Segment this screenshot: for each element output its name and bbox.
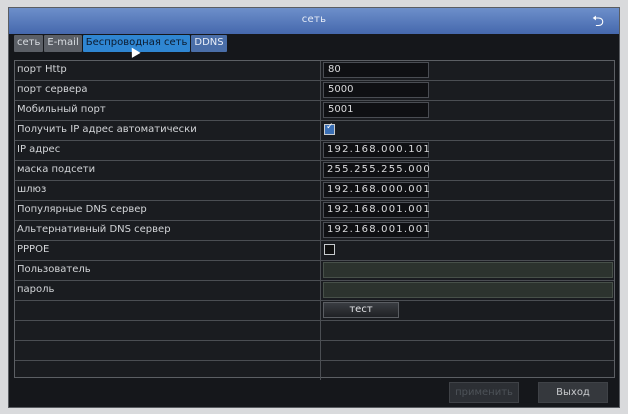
- row-auto-ip: Получить IP адрес автоматически: [15, 121, 614, 141]
- test-button[interactable]: тест: [323, 302, 399, 318]
- gateway-field[interactable]: 192.168.000.001: [323, 182, 430, 198]
- row-gateway: шлюз 192.168.000.001: [15, 181, 614, 201]
- row-mobile-port: Мобильный порт 5001: [15, 101, 614, 121]
- row-empty: [15, 361, 614, 381]
- row-ip: IP адрес 192.168.000.101: [15, 141, 614, 161]
- tab-network[interactable]: сеть: [14, 35, 44, 52]
- settings-grid: порт Http 80 порт сервера 5000 Мобильный…: [14, 60, 615, 381]
- alternate-dns-field[interactable]: 192.168.001.001: [323, 222, 430, 238]
- tab-ddns[interactable]: DDNS: [191, 35, 227, 52]
- row-server-port: порт сервера 5000: [15, 81, 614, 101]
- row-dns2: Альтернативный DNS сервер 192.168.001.00…: [15, 221, 614, 241]
- row-password: пароль: [15, 281, 614, 301]
- http-port-label: порт Http: [17, 64, 67, 75]
- mask-label: маска подсети: [17, 164, 96, 175]
- server-port-label: порт сервера: [17, 84, 88, 95]
- ip-label: IP адрес: [17, 144, 61, 155]
- exit-button[interactable]: Выход: [538, 382, 608, 403]
- gateway-label: шлюз: [17, 184, 47, 195]
- row-pppoe: PPPOE: [15, 241, 614, 261]
- title-bar: сеть ⮌: [9, 8, 619, 34]
- row-mask: маска подсети 255.255.255.000: [15, 161, 614, 181]
- mobile-port-field[interactable]: 5001: [323, 102, 429, 118]
- apply-button[interactable]: применить: [449, 382, 519, 403]
- server-port-field[interactable]: 5000: [323, 82, 429, 98]
- return-arrow-icon[interactable]: ⮌: [589, 12, 607, 30]
- pppoe-label: PPPOE: [17, 244, 50, 255]
- tab-email[interactable]: E-mail: [44, 35, 82, 52]
- primary-dns-field[interactable]: 192.168.001.001: [323, 202, 430, 218]
- user-label: Пользователь: [17, 264, 91, 275]
- dns2-label: Альтернативный DNS сервер: [17, 224, 171, 235]
- username-field[interactable]: [323, 262, 613, 278]
- password-label: пароль: [17, 284, 55, 295]
- http-port-field[interactable]: 80: [323, 62, 429, 78]
- subnet-mask-field[interactable]: 255.255.255.000: [323, 162, 430, 178]
- pppoe-checkbox[interactable]: [324, 244, 335, 255]
- window-title: сеть: [301, 14, 327, 25]
- password-field[interactable]: [323, 282, 613, 298]
- row-http-port: порт Http 80: [15, 61, 614, 81]
- tab-bar: сеть E-mail Беспроводная сеть DDNS: [14, 35, 227, 52]
- auto-ip-checkbox[interactable]: [324, 122, 335, 135]
- row-empty: [15, 341, 614, 361]
- row-empty: [15, 321, 614, 341]
- ip-address-field[interactable]: 192.168.000.101: [323, 142, 430, 158]
- mobile-port-label: Мобильный порт: [17, 104, 106, 115]
- dns1-label: Популярные DNS сервер: [17, 204, 147, 215]
- row-dns1: Популярные DNS сервер 192.168.001.001: [15, 201, 614, 221]
- row-user: Пользователь: [15, 261, 614, 281]
- auto-ip-label: Получить IP адрес автоматически: [17, 124, 197, 135]
- row-test: тест: [15, 301, 614, 321]
